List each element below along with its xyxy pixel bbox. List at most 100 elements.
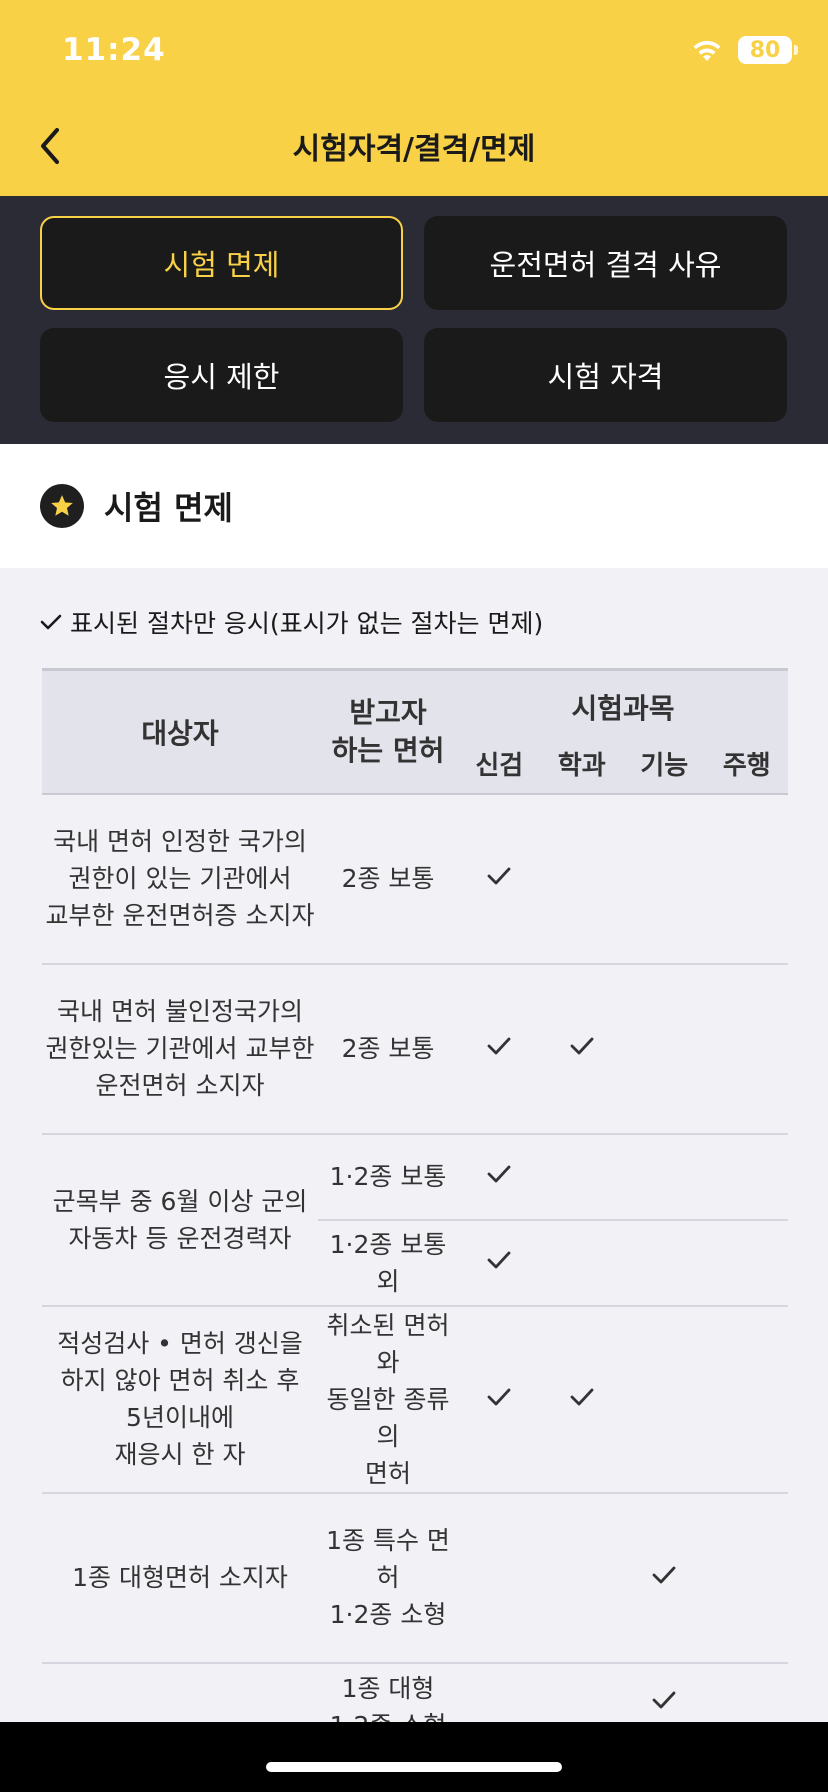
check-cell (540, 963, 623, 1135)
check-cell (458, 793, 541, 965)
check-icon (486, 1030, 512, 1067)
target-line: 운전면허 소지자 (95, 1071, 265, 1100)
check-cell (458, 1133, 541, 1221)
table-row: 군목부 중 6월 이상 군의 자동차 등 운전경력자 1·2종 보통 (42, 1133, 788, 1307)
column-header-written: 학과 (540, 733, 623, 795)
check-cell (705, 1219, 788, 1307)
check-icon (569, 1381, 595, 1418)
check-cell (458, 1219, 541, 1307)
target-line: 권한있는 기관에서 교부한 (45, 1034, 315, 1063)
check-icon (486, 1244, 512, 1281)
check-cell (623, 963, 706, 1135)
check-cell (705, 1133, 788, 1221)
row-license: 1·2종 보통 (318, 1133, 458, 1221)
wifi-icon (693, 40, 721, 61)
row-target: 1종 대형면허 소지자 (42, 1492, 318, 1664)
check-cell (623, 1133, 706, 1221)
row-target: 적성검사 • 면허 갱신을 하지 않아 면허 취소 후 5년이내에 재응시 한 … (42, 1305, 318, 1494)
check-icon (486, 1158, 512, 1195)
target-line: 자동차 등 운전경력자 (68, 1223, 292, 1253)
column-header-target: 대상자 (42, 668, 318, 795)
row-license: 1종 특수 면허 1·2종 소형 (318, 1492, 458, 1664)
license-line: 1종 특수 면허 (326, 1526, 450, 1592)
license-line: 2종 보통 (341, 1034, 435, 1063)
target-line: 하지 않아 면허 취소 후 (60, 1366, 300, 1395)
check-cell (540, 793, 623, 965)
check-cell (705, 963, 788, 1135)
license-line: 취소된 면허와 (326, 1310, 450, 1377)
license-line: 1·2종 보통 (329, 1162, 447, 1191)
table-row: 국내 면허 인정한 국가의 권한이 있는 기관에서 교부한 운전면허증 소지자 … (42, 793, 788, 965)
target-line: 1종 대형면허 소지자 (72, 1563, 288, 1592)
license-line: 동일한 종류의 (326, 1384, 450, 1451)
target-line: 국내 면허 불인정국가의 (57, 997, 303, 1026)
check-cell (623, 1305, 706, 1494)
license-line: 1종 대형 (341, 1673, 435, 1703)
target-line: 교부한 운전면허증 소지자 (45, 901, 315, 930)
tab-grid: 시험 면제 운전면허 결격 사유 응시 제한 시험 자격 (0, 196, 828, 444)
back-button[interactable] (24, 120, 76, 172)
column-header-skill: 기능 (623, 733, 706, 795)
row-target: 국내 면허 인정한 국가의 권한이 있는 기관에서 교부한 운전면허증 소지자 (42, 793, 318, 965)
license-header-line2: 하는 면허 (331, 733, 445, 767)
tab-exam-exemption[interactable]: 시험 면제 (40, 216, 403, 310)
target-line: 5년이내에 (126, 1403, 234, 1432)
license-line: 1·2종 보통 외 (329, 1229, 447, 1296)
table-row: 적성검사 • 면허 갱신을 하지 않아 면허 취소 후 5년이내에 재응시 한 … (42, 1305, 788, 1494)
home-indicator[interactable] (266, 1762, 562, 1772)
target-line: 적성검사 • 면허 갱신을 (57, 1329, 303, 1358)
column-header-road: 주행 (705, 733, 788, 795)
check-cell (540, 1219, 623, 1307)
target-line: 국내 면허 인정한 국가의 (53, 827, 307, 856)
check-cell (540, 1133, 623, 1221)
exemption-table: 대상자 받고자 하는 면허 시험과목 신검 학과 기능 주행 국내 면허 인정한… (42, 668, 788, 1792)
check-cell (705, 1305, 788, 1494)
status-time: 11:24 (62, 32, 166, 68)
section-header: 시험 면제 (0, 444, 828, 568)
column-header-subjects: 시험과목 (458, 668, 788, 734)
tab-disqualification-reasons[interactable]: 운전면허 결격 사유 (424, 216, 787, 310)
check-icon (40, 614, 62, 630)
row-license: 1·2종 보통 외 (318, 1219, 458, 1307)
check-icon (651, 1684, 677, 1721)
check-cell (540, 1492, 623, 1664)
legend-note-text: 표시된 절차만 응시(표시가 없는 절차는 면제) (70, 609, 544, 638)
check-cell (458, 1492, 541, 1664)
column-header-license: 받고자 하는 면허 (318, 668, 458, 795)
check-cell (623, 793, 706, 965)
column-header-physical: 신검 (458, 733, 541, 795)
check-icon (569, 1030, 595, 1067)
chevron-left-icon (41, 128, 59, 164)
battery-icon: 80 (738, 36, 798, 64)
status-icons: 80 (690, 36, 798, 64)
check-cell (540, 1305, 623, 1494)
section-title: 시험 면제 (104, 489, 233, 527)
check-icon (486, 1381, 512, 1418)
check-cell (705, 1492, 788, 1664)
license-line: 면허 (364, 1458, 411, 1488)
row-license: 취소된 면허와 동일한 종류의 면허 (318, 1305, 458, 1494)
status-bar: 11:24 80 (62, 28, 798, 72)
license-line: 1·2종 소형 (329, 1600, 447, 1629)
check-icon (486, 860, 512, 897)
bottom-safe-area (0, 1722, 828, 1792)
target-line: 군목부 중 6월 이상 군의 (52, 1186, 308, 1216)
row-target: 국내 면허 불인정국가의 권한있는 기관에서 교부한 운전면허 소지자 (42, 963, 318, 1135)
check-icon (651, 1559, 677, 1596)
license-header-line1: 받고자 (349, 695, 427, 729)
header-bar: 11:24 80 시험자격/결격/면제 (0, 0, 828, 196)
check-cell (623, 1219, 706, 1307)
target-line: 권한이 있는 기관에서 (68, 864, 292, 893)
license-line: 2종 보통 (341, 864, 435, 893)
check-cell (458, 1305, 541, 1494)
star-icon (40, 484, 84, 528)
table-row: 1종 대형면허 소지자 1종 특수 면허 1·2종 소형 (42, 1492, 788, 1664)
row-license: 2종 보통 (318, 793, 458, 965)
check-cell (458, 963, 541, 1135)
table-row: 국내 면허 불인정국가의 권한있는 기관에서 교부한 운전면허 소지자 2종 보… (42, 963, 788, 1135)
target-line: 재응시 한 자 (114, 1440, 246, 1469)
legend-note: 표시된 절차만 응시(표시가 없는 절차는 면제) (40, 604, 543, 640)
tab-exam-restriction[interactable]: 응시 제한 (40, 328, 403, 422)
row-license: 2종 보통 (318, 963, 458, 1135)
tab-exam-eligibility[interactable]: 시험 자격 (424, 328, 787, 422)
